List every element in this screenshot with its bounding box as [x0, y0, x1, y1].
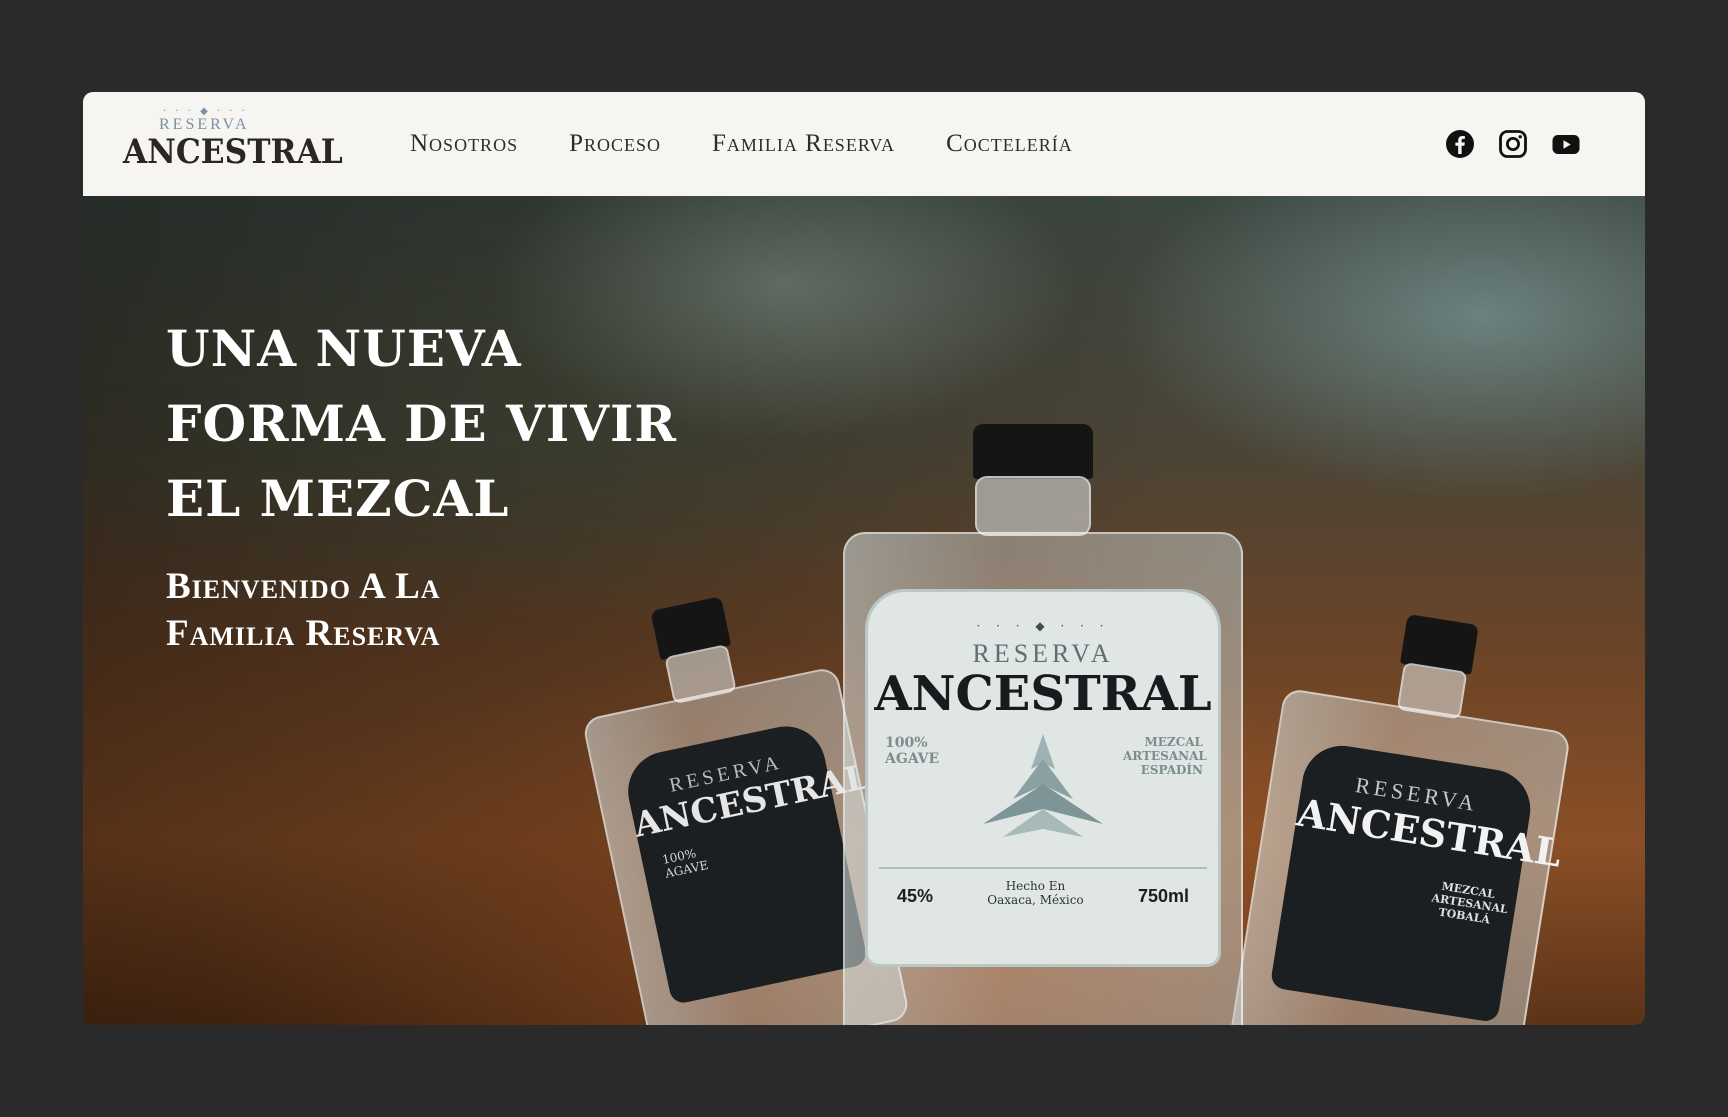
- bottle-center-label-abv: 45%: [897, 886, 934, 906]
- label-ornament: · · · ◆ · · ·: [976, 619, 1110, 633]
- bottle-center-label-small: RESERVA: [972, 639, 1114, 668]
- nav-item-familia-reserva[interactable]: Familia Reserva: [712, 130, 895, 158]
- facebook-icon[interactable]: [1445, 129, 1475, 159]
- site-window: · · · ◆ · · · RESERVA ANCESTRAL Nosotros…: [83, 92, 1645, 1025]
- main-nav: Nosotros Proceso Familia Reserva Coctele…: [410, 92, 1073, 196]
- bottle-center-label-volume: 750ml: [1137, 886, 1189, 906]
- hero-title-line-3: EL MEZCAL: [166, 469, 510, 528]
- bottle-center-image: · · · ◆ · · · RESERVA ANCESTRAL 100% AGA…: [843, 424, 1263, 1025]
- youtube-icon[interactable]: [1551, 129, 1581, 159]
- hero-section: RESERVA ANCESTRAL 100% AGAVE RESERVA ANC…: [83, 196, 1645, 1025]
- hero-title: UNA NUEVA FORMA DE VIVIR EL MEZCAL: [166, 311, 726, 536]
- bottle-left-label-agave: 100% AGAVE: [660, 846, 710, 881]
- brand-logo[interactable]: · · · ◆ · · · RESERVA ANCESTRAL: [123, 102, 343, 186]
- nav-item-proceso[interactable]: Proceso: [569, 130, 661, 158]
- hero-title-line-1: UNA NUEVA: [166, 319, 522, 378]
- bottle-center-label-agave: 100% AGAVE: [885, 735, 940, 767]
- site-header: · · · ◆ · · · RESERVA ANCESTRAL Nosotros…: [83, 92, 1645, 196]
- nav-item-nosotros[interactable]: Nosotros: [410, 130, 518, 158]
- hero-subtitle: Bienvenido A La Familia Reserva: [166, 563, 586, 657]
- hero-subtitle-line-1: Bienvenido A La: [166, 566, 441, 607]
- logo-title: ANCESTRAL: [123, 132, 343, 172]
- social-links: [1445, 92, 1581, 196]
- nav-item-cocteleria[interactable]: Coctelería: [946, 130, 1073, 158]
- bottle-center-label-big: ANCESTRAL: [874, 666, 1212, 722]
- bottle-center-label-type: MEZCAL ARTESANAL ESPADÍN: [1123, 735, 1207, 777]
- bottle-center-label-origin: Hecho En Oaxaca, México: [987, 879, 1084, 907]
- hero-subtitle-line-2: Familia Reserva: [166, 613, 441, 654]
- instagram-icon[interactable]: [1498, 129, 1528, 159]
- hero-title-line-2: FORMA DE VIVIR: [166, 394, 677, 453]
- agave-emblem-icon: [983, 734, 1103, 837]
- bottle-right-image: RESERVA ANCESTRAL MEZCAL ARTESANAL TOBAL…: [1211, 594, 1596, 1025]
- bottle-right-label-type: MEZCAL ARTESANAL TOBALÁ: [1430, 879, 1509, 927]
